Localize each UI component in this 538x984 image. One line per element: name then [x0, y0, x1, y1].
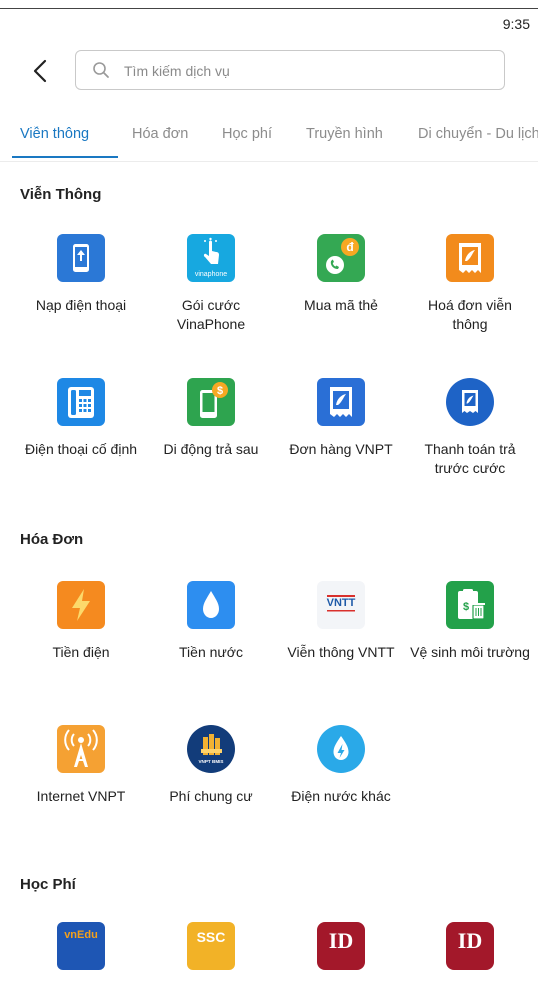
service-label: Internet VNPT — [36, 788, 126, 804]
tab-truyen-hinh[interactable]: Truyền hình — [306, 126, 383, 142]
id-school-icon-2: ID — [446, 922, 494, 970]
chevron-left-icon — [33, 59, 47, 83]
service-thanh-toan-tra-truoc-cuoc[interactable]: Thanh toán trả trước cước — [406, 378, 534, 478]
section-title-vien-thong: Viễn Thông — [20, 186, 102, 203]
landline-phone-icon — [57, 378, 105, 426]
id-school-icon: ID — [317, 922, 365, 970]
service-goi-cuoc-vinaphone[interactable]: vinaphone Gói cước VinaPhone — [147, 234, 275, 334]
tab-hoc-phi[interactable]: Học phí — [222, 126, 272, 142]
tab-vien-thong[interactable]: Viễn thông — [20, 126, 89, 142]
service-label: Nạp điện thoại — [35, 297, 127, 313]
service-hoa-don-vien-thong[interactable]: Hoá đơn viễn thông — [406, 234, 534, 334]
vntt-logo-icon: VNTT — [317, 581, 365, 629]
internet-tower-icon — [57, 725, 105, 773]
apartment-fee-icon: VNPT BMIS — [187, 725, 235, 773]
tabs-divider — [0, 161, 538, 162]
buy-card-code-icon: đ — [317, 234, 365, 282]
vinaphone-icon-text: vinaphone — [195, 271, 227, 278]
electricity-icon — [57, 581, 105, 629]
prepaid-payment-icon — [446, 378, 494, 426]
active-tab-indicator — [12, 156, 118, 158]
vinaphone-package-icon: vinaphone — [187, 234, 235, 282]
service-nap-dien-thoai[interactable]: Nạp điện thoại — [17, 234, 145, 315]
id-icon-text: ID — [329, 928, 353, 953]
service-internet-vnpt[interactable]: Internet VNPT — [17, 725, 145, 806]
postpaid-icon-text: $ — [217, 385, 223, 397]
service-dien-nuoc-khac[interactable]: Điện nước khác — [277, 725, 405, 806]
status-time: 9:35 — [502, 16, 530, 32]
service-label: Gói cước VinaPhone — [176, 297, 246, 332]
service-label: Phí chung cư — [169, 788, 253, 804]
back-button[interactable] — [28, 58, 54, 84]
vnedu-icon-text: vnEdu — [64, 929, 98, 941]
sanitation-icon: $ — [446, 581, 494, 629]
telecom-bill-icon — [446, 234, 494, 282]
vnedu-icon: vnEdu — [57, 922, 105, 970]
service-hoc-phi-id-1[interactable]: ID — [277, 922, 405, 984]
service-label: Di động trả sau — [163, 441, 259, 457]
service-label: Thanh toán trả trước cước — [424, 441, 516, 476]
sanitation-icon-text: $ — [463, 601, 469, 613]
service-label: Tiền nước — [179, 644, 243, 660]
section-title-hoc-phi: Học Phí — [20, 876, 76, 893]
service-ve-sinh-moi-truong[interactable]: $ Vệ sinh môi trường — [406, 581, 534, 662]
tab-hoa-don[interactable]: Hóa đơn — [132, 126, 188, 142]
section-title-hoa-don: Hóa Đơn — [20, 531, 84, 548]
service-hoc-phi-vnedu[interactable]: vnEdu — [17, 922, 145, 984]
service-don-hang-vnpt[interactable]: Đơn hàng VNPT — [277, 378, 405, 459]
water-drop-icon — [187, 581, 235, 629]
service-label: Vệ sinh môi trường — [410, 644, 530, 660]
service-tien-dien[interactable]: Tiền điện — [17, 581, 145, 662]
vnpt-order-icon — [317, 378, 365, 426]
service-di-dong-tra-sau[interactable]: $ Di động trả sau — [147, 378, 275, 459]
service-label: Viễn thông VNTT — [287, 644, 395, 660]
top-divider — [0, 8, 538, 9]
service-label: Đơn hàng VNPT — [289, 441, 393, 457]
card-code-icon-text: đ — [346, 240, 354, 254]
service-label: Điện thoại cố định — [24, 441, 138, 457]
service-mua-ma-the[interactable]: đ Mua mã thẻ — [277, 234, 405, 315]
ssc-icon: SSC — [187, 922, 235, 970]
search-box[interactable] — [75, 50, 505, 90]
tab-di-chuyen-du-lich[interactable]: Di chuyển - Du lịch — [418, 126, 538, 142]
mobile-topup-icon — [57, 234, 105, 282]
service-dien-thoai-co-dinh[interactable]: Điện thoại cố định — [17, 378, 145, 459]
service-label: Mua mã thẻ — [304, 297, 378, 313]
postpaid-mobile-icon: $ — [187, 378, 235, 426]
service-label: Hoá đơn viễn thông — [428, 297, 512, 332]
other-utilities-icon — [317, 725, 365, 773]
service-label: Điện nước khác — [291, 788, 391, 804]
service-tien-nuoc[interactable]: Tiền nước — [147, 581, 275, 662]
category-tabs: Viễn thông Hóa đơn Học phí Truyền hình D… — [0, 126, 538, 162]
service-hoc-phi-ssc[interactable]: SSC — [147, 922, 275, 984]
search-icon — [93, 62, 109, 78]
ssc-icon-text: SSC — [197, 929, 226, 945]
service-phi-chung-cu[interactable]: VNPT BMIS Phí chung cư — [147, 725, 275, 806]
apartment-icon-text: VNPT BMIS — [198, 759, 223, 764]
id-icon-text: ID — [458, 928, 482, 953]
service-label: Tiền điện — [52, 644, 110, 660]
service-vien-thong-vntt[interactable]: VNTT Viễn thông VNTT — [277, 581, 405, 662]
search-input[interactable] — [122, 59, 496, 83]
vntt-icon-text: VNTT — [327, 597, 356, 609]
service-hoc-phi-id-2[interactable]: ID — [406, 922, 534, 984]
